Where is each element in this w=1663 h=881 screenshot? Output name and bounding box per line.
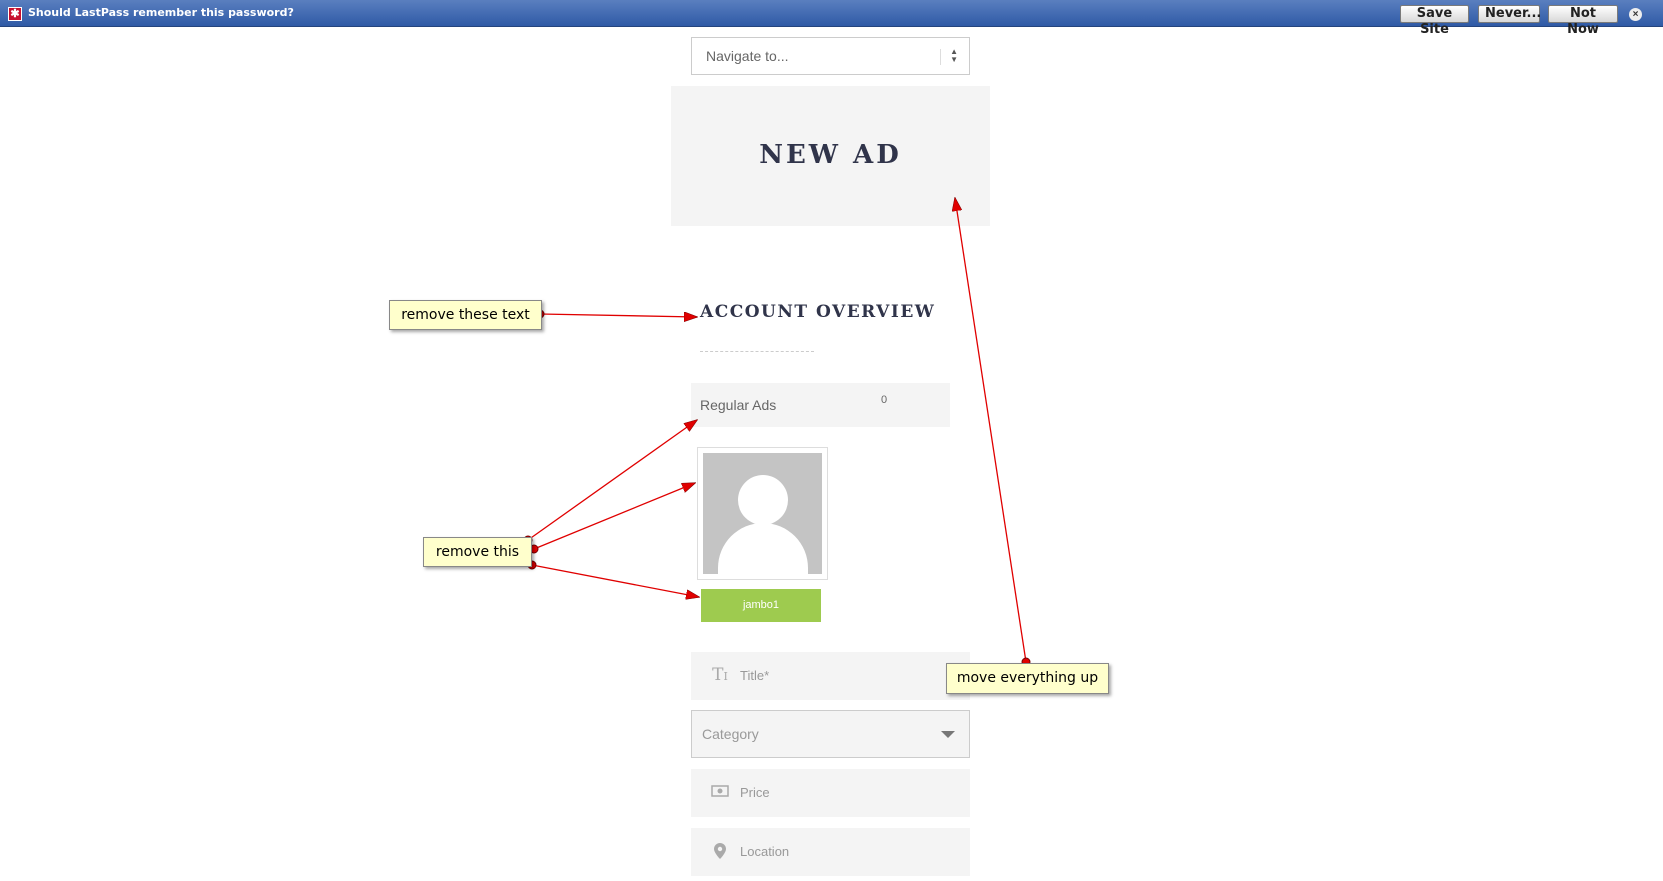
annotation-arrows	[523, 0, 1031, 667]
annotation-arrow	[955, 198, 1027, 663]
annotation-note: remove these text	[389, 300, 542, 330]
annotation-arrow	[539, 314, 697, 317]
annotation-arrow	[527, 420, 697, 541]
annotation-note: remove this	[423, 537, 532, 567]
annotation-note: move everything up	[946, 663, 1109, 694]
annotation-arrow	[531, 564, 699, 597]
annotation-arrow	[533, 483, 695, 550]
